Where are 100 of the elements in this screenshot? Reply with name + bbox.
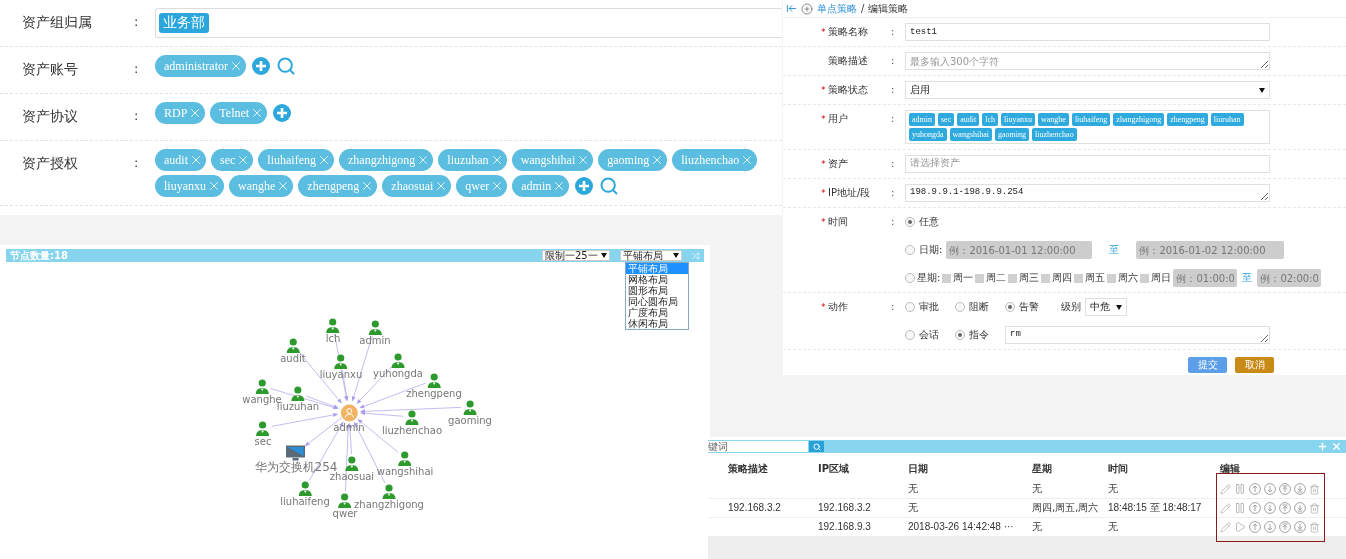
checkbox[interactable] <box>1140 273 1150 283</box>
radio-button[interactable] <box>905 273 915 283</box>
user-icon <box>298 480 312 496</box>
radio-button[interactable] <box>1005 302 1015 312</box>
table-cell: 无 <box>1108 480 1220 499</box>
tag-chip[interactable]: wangshihai <box>511 149 594 171</box>
search-button[interactable] <box>809 441 824 452</box>
user-tag: gaoming <box>995 128 1029 141</box>
user-tag: lch <box>982 113 998 126</box>
add-icon[interactable] <box>272 103 293 123</box>
text-field[interactable]: test1 <box>905 23 1270 41</box>
text-area[interactable]: 最多输入300个字符 <box>905 52 1270 70</box>
tag-chip[interactable]: administrator <box>155 55 246 77</box>
submit-button[interactable]: 提交 <box>1188 357 1227 373</box>
checkbox[interactable] <box>975 273 985 283</box>
user-icon <box>382 483 396 499</box>
tag-chip[interactable]: RDP <box>155 102 206 124</box>
move-top-icon[interactable] <box>1279 483 1291 495</box>
text-field[interactable]: 请选择资产 <box>905 155 1270 173</box>
caret-icon <box>1259 87 1265 93</box>
move-bottom-icon[interactable] <box>1294 502 1306 514</box>
move-bottom-icon[interactable] <box>1294 483 1306 495</box>
user-tag-field[interactable]: admin sec audit lch liuyanxu wanghe liuhaifeng zhangzhigong zhengpeng liuruhan yuhongda wangshihai gaoming liuzhenchao <box>905 110 1270 144</box>
tag-chip[interactable]: zhangzhigong <box>339 149 434 171</box>
keyword-search-field[interactable]: 键词 <box>708 441 808 452</box>
user-tag: liuruhan <box>1210 113 1244 126</box>
option-label: 指令 <box>969 328 989 342</box>
level-label: 级别 <box>1061 300 1081 314</box>
edit-icon[interactable] <box>1220 483 1231 495</box>
limit-select[interactable]: 限制一25一 <box>542 250 610 261</box>
move-down-icon[interactable] <box>1264 502 1276 514</box>
pause-icon[interactable] <box>1234 502 1246 514</box>
edit-icon[interactable] <box>1220 502 1231 514</box>
tag-chip[interactable]: audit <box>155 149 206 171</box>
move-down-icon[interactable] <box>1264 521 1276 533</box>
radio-button[interactable] <box>905 245 915 255</box>
layout-select[interactable]: 平铺布局 <box>620 250 682 261</box>
delete-icon[interactable] <box>1309 502 1320 514</box>
tag-chip[interactable]: qwer <box>456 175 508 197</box>
add-icon[interactable] <box>251 56 271 76</box>
delete-icon[interactable] <box>1309 483 1320 495</box>
radio-button[interactable] <box>955 302 965 312</box>
cancel-button[interactable]: 取消 <box>1235 357 1274 373</box>
checkbox[interactable] <box>1041 273 1051 283</box>
search-icon[interactable] <box>276 56 296 76</box>
node-label: 华为交换机254 <box>254 461 338 473</box>
radio-button[interactable] <box>905 302 915 312</box>
back-icon[interactable] <box>786 3 797 14</box>
tag-chip[interactable]: liuhaifeng <box>258 149 334 171</box>
radio-button[interactable] <box>955 330 965 340</box>
remove-icon[interactable] <box>229 59 243 73</box>
shuffle-icon[interactable] <box>692 251 700 260</box>
tag-chip[interactable]: liuzuhan <box>438 149 507 171</box>
play-icon[interactable] <box>1234 521 1246 533</box>
breadcrumb-link[interactable]: 单点策略 <box>817 1 857 16</box>
add-icon[interactable] <box>574 176 595 196</box>
tag-chip[interactable]: zhaosuai <box>382 175 452 197</box>
user-icon <box>398 450 412 466</box>
move-top-icon[interactable] <box>1279 521 1291 533</box>
tag-chip[interactable]: wanghe <box>229 175 294 197</box>
field-label: IP地址/段 <box>828 186 871 200</box>
option-label: 星期: <box>917 271 941 285</box>
tag-chip[interactable]: Telnet <box>210 102 268 124</box>
remove-icon[interactable] <box>189 153 203 167</box>
group-field[interactable]: 业务部 <box>155 8 782 38</box>
radio-button[interactable] <box>905 217 915 227</box>
move-top-icon[interactable] <box>1279 502 1291 514</box>
tag-chip[interactable]: admin <box>512 175 570 197</box>
node-label: lch <box>325 333 341 345</box>
add-icon[interactable] <box>1317 441 1328 452</box>
layout-option[interactable]: 平铺布局 <box>626 263 688 274</box>
checkbox[interactable] <box>942 273 952 283</box>
move-bottom-icon[interactable] <box>1294 521 1306 533</box>
search-icon[interactable] <box>599 176 620 196</box>
remove-icon[interactable] <box>207 179 221 193</box>
move-down-icon[interactable] <box>1264 483 1276 495</box>
tag-chip[interactable]: liuzhenchao <box>672 149 758 171</box>
status-select[interactable]: 启用 <box>905 81 1270 99</box>
radio-button[interactable] <box>905 330 915 340</box>
text-area[interactable]: 198.9.9.1-198.9.9.254 <box>905 184 1270 202</box>
command-field[interactable]: rm <box>1005 326 1270 344</box>
user-node-icon <box>340 404 358 422</box>
checkbox[interactable] <box>1074 273 1084 283</box>
checkbox[interactable] <box>1008 273 1018 283</box>
checkbox[interactable] <box>1107 273 1117 283</box>
tag-chip[interactable]: gaoming <box>598 149 668 171</box>
field-label: 动作 <box>828 300 848 314</box>
edit-icon[interactable] <box>1220 521 1231 533</box>
tag-chip[interactable]: sec <box>211 149 254 171</box>
tag-chip[interactable]: liuyanxu <box>155 175 224 197</box>
monitor-icon <box>286 445 306 461</box>
move-up-icon[interactable] <box>1249 502 1261 514</box>
move-up-icon[interactable] <box>1249 521 1261 533</box>
tag-chip[interactable]: zhengpeng <box>298 175 378 197</box>
remove-icon[interactable] <box>317 153 331 167</box>
close-icon[interactable] <box>1331 441 1342 452</box>
delete-icon[interactable] <box>1309 521 1320 533</box>
level-select[interactable]: 中危 <box>1085 298 1127 316</box>
pause-icon[interactable] <box>1234 483 1246 495</box>
move-up-icon[interactable] <box>1249 483 1261 495</box>
